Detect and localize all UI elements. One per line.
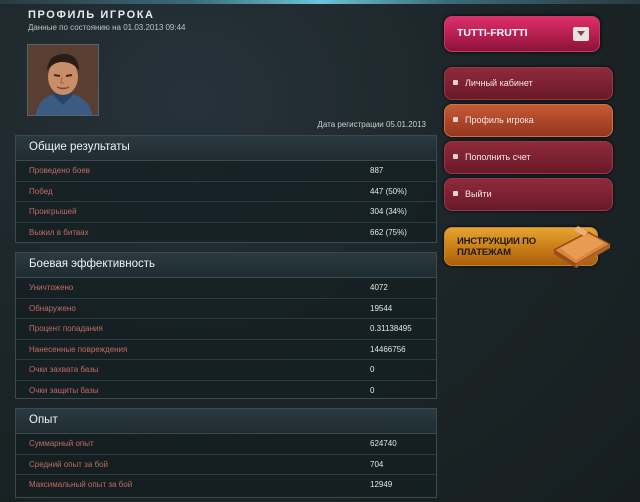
combat-efficiency-panel: Боевая эффективность Уничтожено 4072 Обн… xyxy=(15,252,437,399)
row-label: Средний опыт за бой xyxy=(29,459,109,469)
row-value: 0 xyxy=(370,385,375,395)
row-label: Уничтожено xyxy=(29,283,74,292)
row-value: 0 xyxy=(370,365,375,374)
chevron-down-icon[interactable] xyxy=(573,27,589,41)
panel-header: Опыт xyxy=(16,409,436,434)
table-row: Уничтожено 4072 xyxy=(16,278,436,299)
book-icon xyxy=(553,226,612,268)
row-value: 447 (50%) xyxy=(370,186,407,196)
row-label: Проведено боев xyxy=(29,166,91,175)
menu-item-logout[interactable]: Выйти xyxy=(444,178,613,211)
row-label: Побед xyxy=(29,186,53,196)
table-row: Суммарный опыт 624740 xyxy=(16,434,436,455)
table-row: Обнаружено 19544 xyxy=(16,299,436,319)
bullet-icon xyxy=(453,117,458,122)
row-label: Максимальный опыт за бой xyxy=(29,480,133,489)
player-portrait-icon xyxy=(28,45,98,115)
table-row: Максимальный опыт за бой 12949 xyxy=(16,475,436,495)
table-row: Процент попадания 0.31138495 xyxy=(16,319,436,340)
row-label: Обнаружено xyxy=(29,303,76,313)
table-row: Нанесенные повреждения 14466756 xyxy=(16,340,436,360)
instructions-label: ИНСТРУКЦИИ ПО ПЛАТЕЖАМ xyxy=(457,236,536,258)
table-row: Очки захвата базы 0 xyxy=(16,360,436,381)
panel-header: Боевая эффективность xyxy=(16,253,436,278)
table-row: Средний опыт за бой 704 xyxy=(16,455,436,475)
table-row: Проведено боев 887 xyxy=(16,161,436,182)
bullet-icon xyxy=(453,154,458,159)
panel-title: Общие результаты xyxy=(29,141,130,153)
menu-item-label: Пополнить счет xyxy=(465,152,531,162)
row-label: Нанесенные повреждения xyxy=(29,344,128,354)
top-accent-line xyxy=(0,0,640,4)
menu-item-label: Профиль игрока xyxy=(465,115,534,125)
row-label: Очки захвата базы xyxy=(29,365,99,374)
row-value: 14466756 xyxy=(370,344,406,354)
user-account-button[interactable]: TUTTI-FRUTTI xyxy=(444,16,600,52)
table-row: Очки защиты базы 0 xyxy=(16,381,436,401)
menu-item-topup[interactable]: Пополнить счет xyxy=(444,141,613,174)
bullet-icon xyxy=(453,191,458,196)
row-label: Суммарный опыт xyxy=(29,439,94,448)
experience-panel: Опыт Суммарный опыт 624740 Средний опыт … xyxy=(15,408,437,498)
panel-header: Общие результаты xyxy=(16,136,436,161)
page-title: ПРОФИЛЬ ИГРОКА xyxy=(28,9,155,21)
username: TUTTI-FRUTTI xyxy=(457,27,528,39)
row-value: 662 (75%) xyxy=(370,227,407,237)
row-value: 624740 xyxy=(370,439,397,448)
bullet-icon xyxy=(453,80,458,85)
row-value: 887 xyxy=(370,166,384,175)
row-value: 12949 xyxy=(370,480,393,489)
menu-item-label: Выйти xyxy=(465,189,492,199)
row-label: Процент попадания xyxy=(29,324,103,333)
avatar xyxy=(27,44,99,116)
general-results-panel: Общие результаты Проведено боев 887 Побе… xyxy=(15,135,437,243)
row-value: 704 xyxy=(370,459,384,469)
row-label: Выжил в битвах xyxy=(29,227,89,237)
panel-title: Боевая эффективность xyxy=(29,258,156,270)
menu-item-label: Личный кабинет xyxy=(465,78,533,88)
menu-item-account[interactable]: Личный кабинет xyxy=(444,67,613,100)
row-value: 19544 xyxy=(370,303,393,313)
table-row: Побед 447 (50%) xyxy=(16,182,436,202)
table-row: Выжил в битвах 662 (75%) xyxy=(16,223,436,243)
instructions-line-1: ИНСТРУКЦИИ ПО xyxy=(457,236,536,247)
registration-date: Дата регистрации 05.01.2013 xyxy=(317,120,426,129)
row-value: 304 (34%) xyxy=(370,207,407,216)
instructions-line-2: ПЛАТЕЖАМ xyxy=(457,247,511,258)
row-value: 4072 xyxy=(370,283,388,292)
row-label: Проигрышей xyxy=(29,207,77,216)
data-timestamp: Данные по состоянию на 01.03.2013 09:44 xyxy=(28,23,186,32)
panel-title: Опыт xyxy=(29,414,58,426)
row-value: 0.31138495 xyxy=(370,324,412,333)
table-row: Проигрышей 304 (34%) xyxy=(16,202,436,223)
menu-item-profile[interactable]: Профиль игрока xyxy=(444,104,613,137)
row-label: Очки защиты базы xyxy=(29,385,99,395)
